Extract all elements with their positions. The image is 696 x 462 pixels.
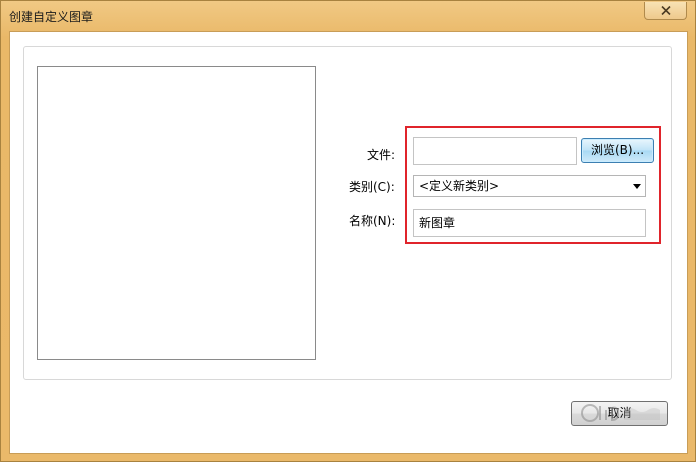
category-label: 类别(C): <box>349 180 395 194</box>
browse-button[interactable]: 浏览(B)... <box>581 138 654 163</box>
close-icon <box>661 6 671 15</box>
stamp-preview <box>37 66 316 360</box>
stamp-name-input[interactable]: 新图章 <box>413 209 646 237</box>
chevron-down-icon[interactable] <box>633 184 641 189</box>
file-label: 文件: <box>367 148 396 162</box>
window-title: 创建自定义图章 <box>9 10 94 24</box>
title-bar[interactable]: 创建自定义图章 <box>1 1 695 30</box>
close-button[interactable] <box>644 2 687 20</box>
name-label: 名称(N): <box>349 214 396 228</box>
dialog-window: 创建自定义图章 文件: 浏览(B)... 类别(C): <定义新类别> 名称(N… <box>0 0 696 462</box>
category-select[interactable]: <定义新类别> <box>413 175 646 197</box>
file-path-input[interactable] <box>413 137 577 165</box>
cancel-button[interactable]: 取消 <box>571 401 668 426</box>
dialog-body: 文件: 浏览(B)... 类别(C): <定义新类别> 名称(N): 新图章 取… <box>9 31 688 454</box>
category-selected-value: <定义新类别> <box>419 179 500 193</box>
